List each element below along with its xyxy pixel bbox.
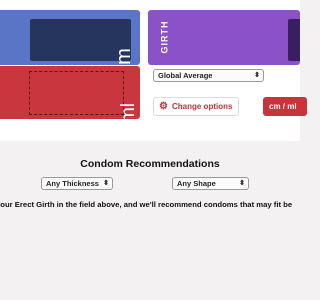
comparison-select[interactable]: Global Average ⬍ <box>153 69 264 82</box>
comparison-select-value: Global Average <box>158 71 213 80</box>
length-unit-label: cm <box>113 48 136 65</box>
chevron-updown-icon: ⬍ <box>239 180 245 187</box>
unit-toggle-label: cm / ml <box>269 102 297 111</box>
chevron-updown-icon: ⬍ <box>254 72 260 79</box>
girth-label: GIRTH <box>159 20 170 54</box>
girth-card: GIRTH <box>148 10 300 65</box>
recommendations-title: Condom Recommendations <box>80 158 220 170</box>
measurement-panel: cm GIRTH ml Global Average ⬍ ⚙ Change op… <box>0 0 307 141</box>
volume-card: ml <box>0 66 140 119</box>
thickness-select-value: Any Thickness <box>46 179 99 188</box>
thickness-select[interactable]: Any Thickness ⬍ <box>41 177 113 190</box>
shape-select-value: Any Shape <box>177 179 216 188</box>
recommendations-message: your Erect Girth in the field above, and… <box>0 200 293 209</box>
volume-input[interactable] <box>29 71 124 115</box>
girth-input[interactable] <box>288 19 300 61</box>
change-options-button[interactable]: ⚙ Change options <box>153 97 239 116</box>
unit-toggle-button[interactable]: cm / ml <box>263 97 307 116</box>
length-card: cm <box>0 10 140 65</box>
gear-icon: ⚙ <box>159 101 168 112</box>
chevron-updown-icon: ⬍ <box>103 180 109 187</box>
shape-select[interactable]: Any Shape ⬍ <box>172 177 249 190</box>
change-options-label: Change options <box>172 102 233 111</box>
volume-unit-label: ml <box>117 102 139 119</box>
